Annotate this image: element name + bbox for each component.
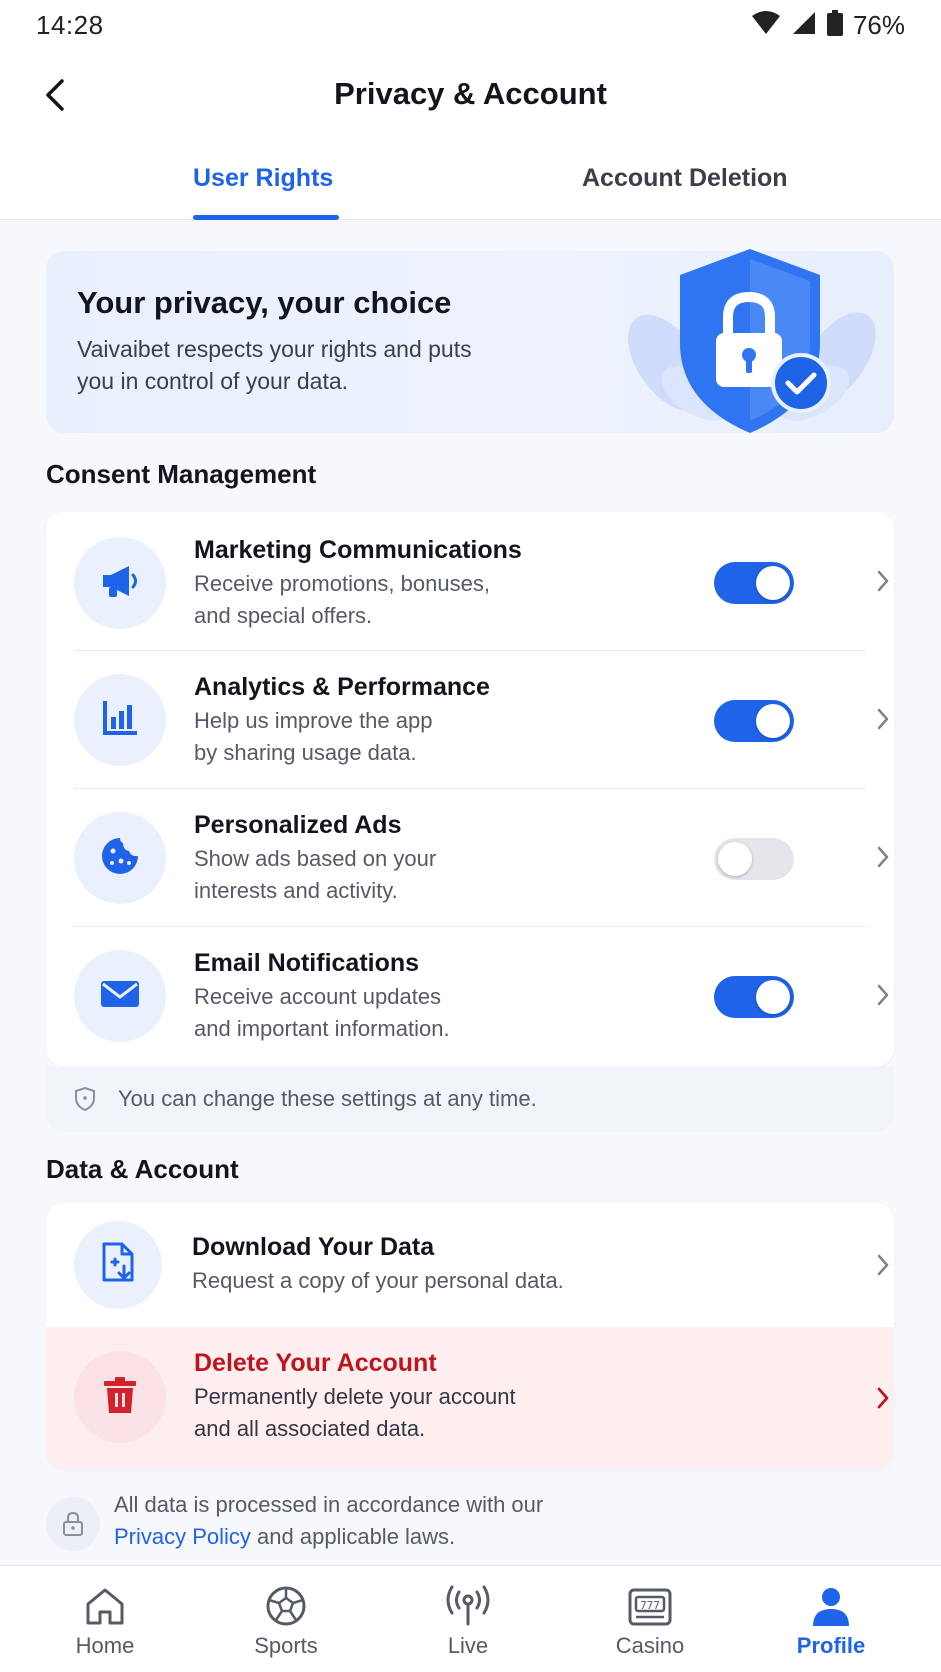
tab-account-deletion[interactable]: Account Deletion: [582, 164, 788, 193]
consent-item-icon: [74, 950, 166, 1042]
status-time: 14:28: [36, 10, 104, 40]
data-account-card: Download Your Data Request a copy of you…: [46, 1203, 894, 1469]
chevron-right-icon: [868, 842, 898, 872]
broadcast-icon: [378, 1582, 558, 1630]
cookie-icon: [99, 835, 141, 882]
analytics-toggle[interactable]: [714, 700, 794, 742]
nav-label: Home: [75, 1633, 135, 1658]
consent-item-analytics[interactable]: Analytics & Performance Help us improve …: [46, 651, 894, 788]
delete-account-row[interactable]: Delete Your Account Permanently delete y…: [46, 1327, 894, 1469]
chevron-right-icon: [868, 704, 898, 734]
delete-account-description: Permanently delete your account and all a…: [194, 1384, 516, 1441]
data-account-section-title: Data & Account: [46, 1154, 239, 1184]
nav-label: Live: [447, 1633, 489, 1658]
download-data-icon-circle: [74, 1221, 162, 1309]
hero-title: Your privacy, your choice: [77, 285, 452, 320]
toggle-knob: [718, 842, 752, 876]
consent-item-personalized-ads[interactable]: Personalized Ads Show ads based on your i…: [46, 789, 894, 926]
toggle-knob: [756, 704, 790, 738]
nav-live[interactable]: Live: [378, 1566, 558, 1672]
download-data-title: Download Your Data: [192, 1233, 435, 1261]
consent-item-marketing[interactable]: Marketing Communications Receive promoti…: [46, 512, 894, 650]
privacy-hero-card: Your privacy, your choice Vaivaibet resp…: [46, 249, 894, 433]
email-notifications-toggle[interactable]: [714, 976, 794, 1018]
slot-machine-icon: 777: [560, 1582, 740, 1630]
svg-text:777: 777: [640, 1599, 660, 1612]
chevron-right-icon: [868, 1250, 898, 1280]
marketing-toggle[interactable]: [714, 562, 794, 604]
personalized-ads-toggle[interactable]: [714, 838, 794, 880]
privacy-policy-link[interactable]: Privacy Policy: [114, 1524, 251, 1549]
file-download-icon: [98, 1242, 138, 1289]
consent-item-icon: [74, 812, 166, 904]
shield-lock-icon: [598, 243, 898, 443]
nav-label: Casino: [615, 1633, 685, 1658]
tab-bar: User Rights Account Deletion: [0, 142, 941, 220]
toggle-knob: [756, 980, 790, 1014]
nav-profile[interactable]: Profile: [741, 1566, 921, 1672]
page-title: Privacy & Account: [334, 76, 607, 111]
consent-item-icon: [74, 674, 166, 766]
envelope-icon: [99, 973, 141, 1020]
delete-account-title: Delete Your Account: [194, 1349, 437, 1377]
consent-item-description: Show ads based on your interests and acti…: [194, 846, 437, 903]
battery-percentage: 76%: [852, 10, 905, 40]
nav-home[interactable]: Home: [15, 1566, 195, 1672]
consent-section-title: Consent Management: [46, 459, 317, 489]
active-tab-indicator: [193, 215, 339, 220]
consent-item-title: Marketing Communications: [194, 536, 522, 564]
chevron-right-icon: [868, 1383, 898, 1413]
bottom-navigation: Home Sports Live 777 Casino Profile: [0, 1565, 941, 1672]
consent-item-description: Receive promotions, bonuses, and special …: [194, 571, 490, 628]
soccer-ball-icon: [196, 1582, 376, 1630]
nav-label: Profile: [796, 1633, 866, 1658]
footer-text: All data is processed in accordance with…: [114, 1489, 543, 1553]
person-icon: [741, 1582, 921, 1630]
consent-item-description: Help us improve the app by sharing usage …: [194, 708, 433, 765]
hero-subtitle: Vaivaibet respects your rights and puts …: [77, 336, 472, 394]
footer-line1: All data is processed in accordance with…: [114, 1492, 544, 1517]
nav-sports[interactable]: Sports: [196, 1566, 376, 1672]
app-bar: Privacy & Account: [0, 52, 941, 142]
chevron-right-icon: [868, 566, 898, 596]
consent-item-title: Analytics & Performance: [194, 673, 490, 701]
trash-icon: [101, 1375, 139, 1420]
status-icons: 76%: [751, 10, 905, 41]
battery-icon: [826, 10, 843, 41]
consent-item-description: Receive account updates and important inf…: [194, 984, 450, 1041]
consent-item-title: Personalized Ads: [194, 811, 402, 839]
consent-item-title: Email Notifications: [194, 949, 420, 977]
nav-casino[interactable]: 777 Casino: [560, 1566, 740, 1672]
consent-note: You can change these settings at any tim…: [46, 1066, 894, 1132]
lock-icon: [46, 1497, 100, 1551]
tab-user-rights[interactable]: User Rights: [193, 164, 333, 193]
nav-label: Sports: [254, 1633, 318, 1658]
status-bar: 14:28 76%: [0, 0, 941, 52]
footer-line2: and applicable laws.: [250, 1524, 456, 1549]
chevron-right-icon: [868, 980, 898, 1010]
consent-item-email[interactable]: Email Notifications Receive account upda…: [46, 927, 894, 1066]
consent-item-icon: [74, 537, 166, 629]
home-icon: [15, 1582, 195, 1630]
privacy-footer-note: All data is processed in accordance with…: [46, 1489, 894, 1561]
download-data-row[interactable]: Download Your Data Request a copy of you…: [46, 1203, 894, 1327]
toggle-knob: [756, 566, 790, 600]
shield-icon: [74, 1086, 96, 1117]
download-data-description: Request a copy of your personal data.: [192, 1268, 564, 1293]
wifi-icon: [751, 10, 781, 41]
signal-icon: [791, 10, 817, 41]
bar-chart-icon: [99, 697, 141, 744]
consent-note-text: You can change these settings at any tim…: [118, 1086, 537, 1111]
consent-card: Marketing Communications Receive promoti…: [46, 512, 894, 1066]
megaphone-icon: [99, 560, 141, 607]
delete-account-icon-circle: [74, 1351, 166, 1443]
